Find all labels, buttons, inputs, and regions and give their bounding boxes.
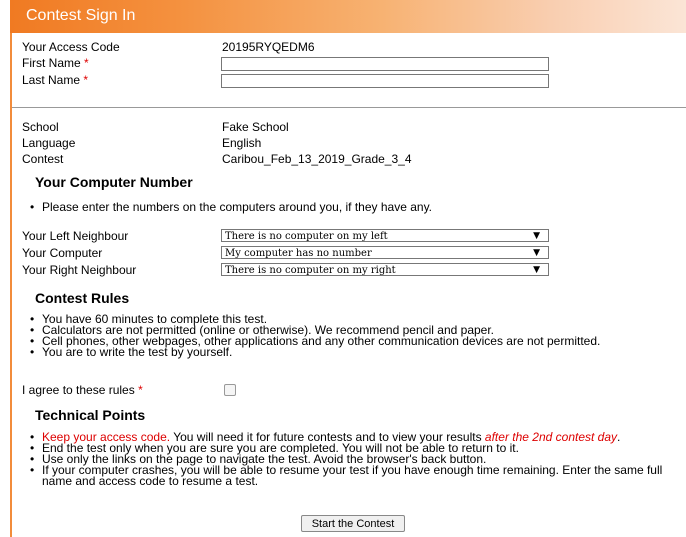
right-neighbour-label: Your Right Neighbour — [22, 263, 137, 277]
school-label: School — [22, 120, 59, 134]
technical-points-heading: Technical Points — [35, 407, 146, 423]
divider — [12, 107, 686, 108]
your-computer-label: Your Computer — [22, 246, 103, 260]
page-title: Contest Sign In — [26, 7, 136, 24]
access-code-label: Your Access Code — [22, 40, 120, 54]
language-value: English — [222, 136, 262, 150]
first-name-field[interactable] — [221, 57, 549, 71]
rules-list: You have 60 minutes to complete this tes… — [30, 313, 600, 358]
list-item: You are to write the test by yourself. — [30, 346, 600, 358]
dropdown-arrow-icon: ▼ — [533, 231, 540, 241]
list-item: Please enter the numbers on the computer… — [30, 201, 432, 213]
technical-list: Keep your access code. You will need it … — [30, 431, 686, 487]
agree-label: I agree to these rules * — [22, 383, 143, 397]
required-marker: * — [138, 383, 143, 397]
right-neighbour-select[interactable]: There is no computer on my right ▼ — [221, 263, 549, 276]
start-contest-button[interactable]: Start the Contest — [301, 515, 405, 532]
last-name-label: Last Name * — [22, 73, 89, 87]
first-name-label: First Name * — [22, 56, 89, 70]
agree-checkbox[interactable] — [224, 384, 236, 396]
contest-rules-heading: Contest Rules — [35, 290, 130, 306]
school-value: Fake School — [222, 120, 289, 134]
panel-border — [10, 33, 12, 537]
last-name-field[interactable] — [221, 74, 549, 88]
access-code-value: 20195RYQEDM6 — [222, 40, 315, 54]
contest-value: Caribou_Feb_13_2019_Grade_3_4 — [222, 152, 412, 166]
computer-number-heading: Your Computer Number — [35, 174, 193, 190]
left-neighbour-select[interactable]: There is no computer on my left ▼ — [221, 229, 549, 242]
page-header: Contest Sign In — [10, 0, 686, 33]
required-marker: * — [84, 56, 89, 70]
language-label: Language — [22, 136, 76, 150]
computer-instructions: Please enter the numbers on the computer… — [30, 201, 432, 213]
dropdown-arrow-icon: ▼ — [533, 265, 540, 275]
required-marker: * — [83, 73, 89, 87]
your-computer-select[interactable]: My computer has no number ▼ — [221, 246, 549, 259]
left-neighbour-label: Your Left Neighbour — [22, 229, 129, 243]
dropdown-arrow-icon: ▼ — [533, 248, 540, 258]
contest-label: Contest — [22, 152, 64, 166]
list-item: If your computer crashes, you will be ab… — [30, 464, 686, 487]
